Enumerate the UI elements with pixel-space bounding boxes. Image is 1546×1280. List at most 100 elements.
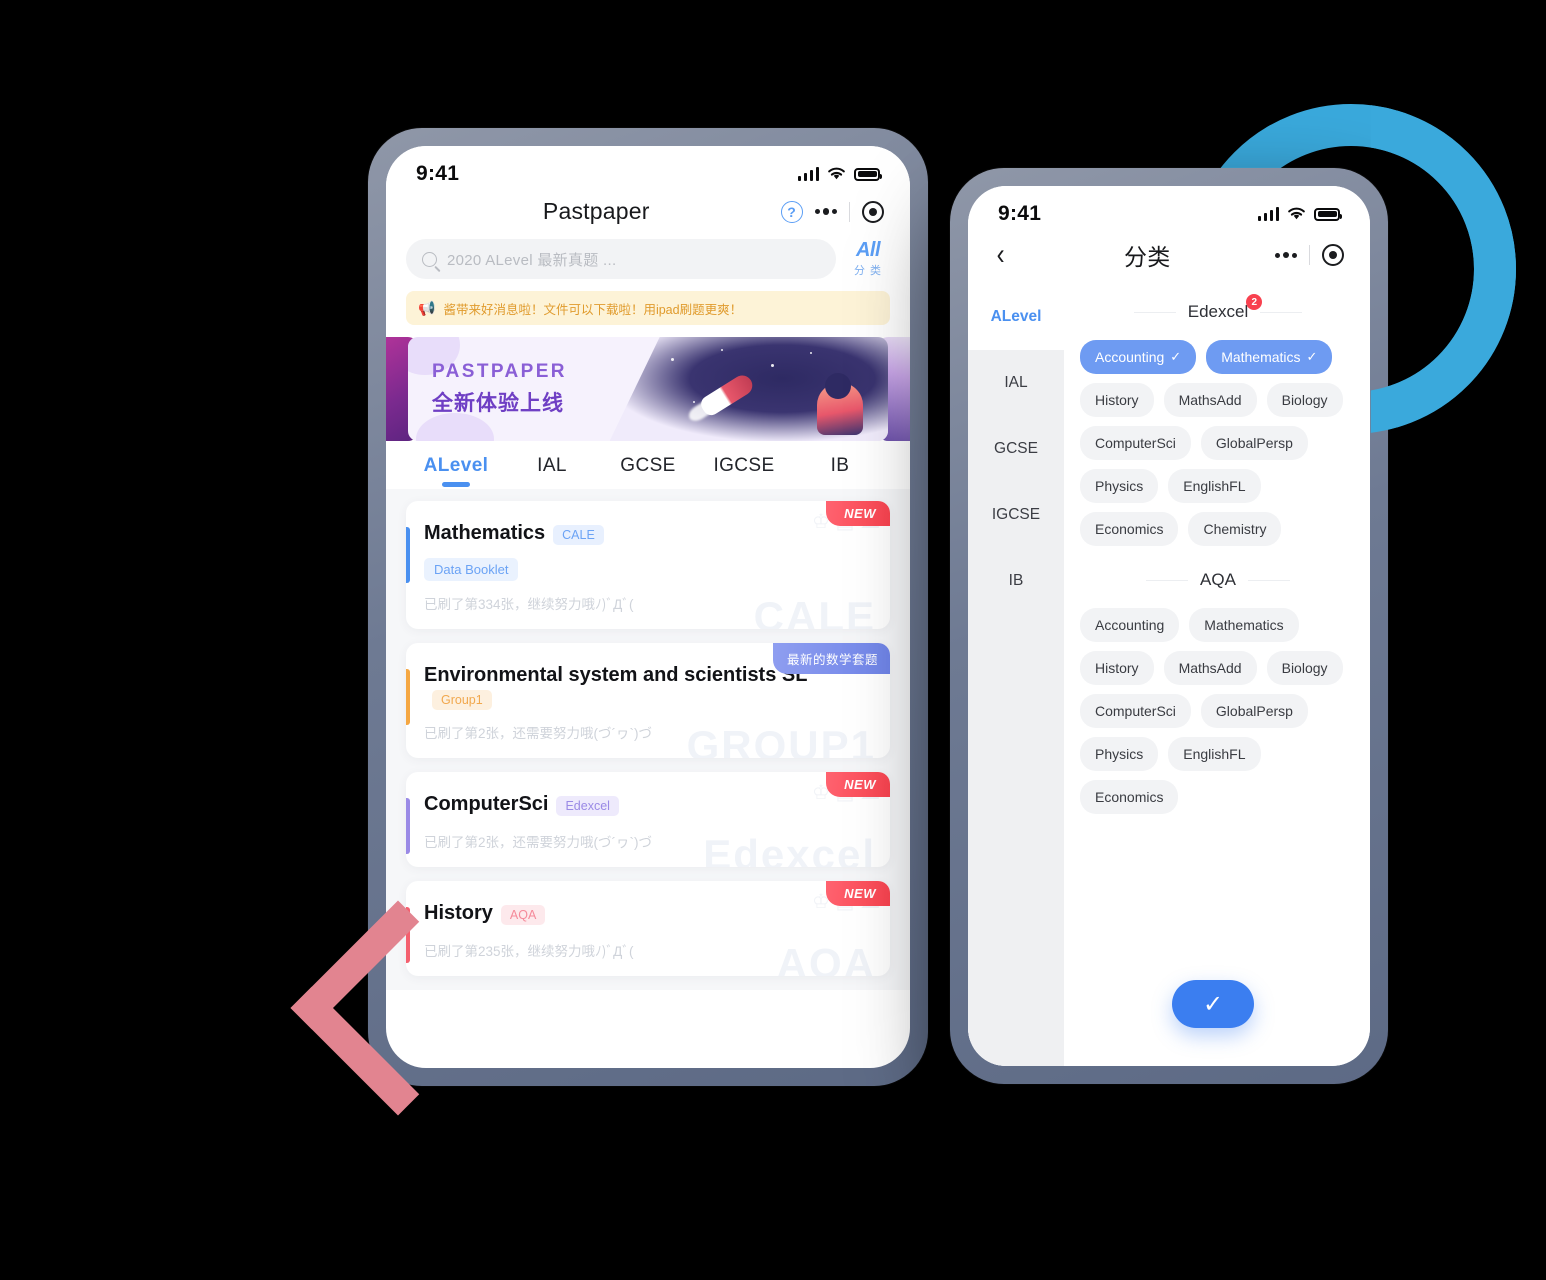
chip-group-aqa: Accounting Mathematics History MathsAdd … — [1080, 608, 1356, 814]
chip-globalpersp[interactable]: GlobalPersp — [1200, 694, 1308, 728]
status-badge: NEW — [826, 772, 890, 797]
phone-mockup-category: 9:41 ‹ 分类 ALevel IAL GCSE IGCSE IB Edexc… — [950, 168, 1388, 1084]
chip-physics[interactable]: Physics — [1080, 737, 1159, 771]
category-body: ALevel IAL GCSE IGCSE IB Edexcel 2 Accou… — [968, 284, 1370, 1066]
cellular-signal-icon — [797, 166, 819, 181]
section-header-edexcel: Edexcel 2 — [1080, 294, 1356, 322]
confirm-selection-button[interactable]: ✓ — [1172, 980, 1254, 1028]
sidebar-item-igcse[interactable]: IGCSE — [968, 482, 1064, 548]
card-accent-bar — [406, 527, 410, 583]
wifi-icon — [1288, 207, 1305, 220]
chip-history[interactable]: History — [1080, 383, 1154, 417]
chip-englishfl[interactable]: EnglishFL — [1168, 737, 1261, 771]
section-title: AQA — [1200, 570, 1236, 590]
promo-carousel[interactable]: PASTPAPER 全新体验上线 — [386, 337, 910, 441]
list-item[interactable]: ♔ ▤ ☁ AQA NEW HistoryAQA 已刷了第235张，继续努力哦ﾉ… — [406, 881, 890, 976]
carousel-slide-active[interactable]: PASTPAPER 全新体验上线 — [408, 337, 888, 441]
card-tag: Edexcel — [556, 795, 619, 816]
card-progress-text: 已刷了第2张，还需要努力哦(づ´ヮ`)づ — [424, 835, 652, 850]
chip-biology[interactable]: Biology — [1266, 383, 1343, 417]
carousel-caption: PASTPAPER 全新体验上线 — [408, 361, 567, 417]
card-heading: Mathematics CALE — [424, 519, 872, 548]
card-progress-text: 已刷了第2张，还需要努力哦(づ´ヮ`)づ — [424, 726, 652, 741]
status-time: 9:41 — [416, 162, 460, 185]
card-heading: ComputerSci Edexcel — [424, 790, 872, 819]
chip-biology[interactable]: Biology — [1266, 651, 1343, 685]
carousel-illustration — [609, 337, 888, 441]
sidebar-item-alevel[interactable]: ALevel — [968, 284, 1064, 350]
status-badge: NEW — [826, 881, 890, 906]
section-header-aqa: AQA — [1080, 570, 1356, 590]
divider-line — [1247, 579, 1290, 581]
status-time: 9:41 — [998, 202, 1042, 225]
back-chevron-icon[interactable]: ‹ — [997, 240, 1018, 270]
sidebar-item-gcse[interactable]: GCSE — [968, 416, 1064, 482]
selection-count-badge: 2 — [1246, 294, 1263, 310]
status-bar: 9:41 — [386, 146, 910, 190]
divider-line — [1260, 311, 1303, 313]
chip-label: Mathematics — [1221, 349, 1301, 365]
chip-accounting[interactable]: Accounting — [1080, 608, 1180, 642]
card-tag: AQA — [500, 904, 546, 925]
announcement-banner[interactable]: 📢 酱带来好消息啦！文件可以下载啦！用ipad刷题更爽！ — [406, 291, 890, 325]
battery-icon — [1314, 207, 1342, 221]
search-input[interactable]: 2020 ALevel 最新真题 ... — [406, 239, 836, 279]
all-categories-button[interactable]: All 分 类 — [846, 240, 890, 278]
help-icon[interactable]: ? — [780, 200, 803, 223]
status-badge: NEW — [826, 501, 890, 526]
card-title: History — [424, 902, 493, 924]
chip-group-edexcel: Accounting ✓ Mathematics ✓ History MathsAd… — [1080, 340, 1356, 546]
chip-accounting[interactable]: Accounting ✓ — [1080, 340, 1197, 374]
carousel-title-cn: 全新体验上线 — [432, 392, 564, 415]
rocket-illustration — [697, 371, 756, 419]
target-icon[interactable] — [862, 200, 884, 223]
list-item[interactable]: ♔ ▤ ☁ GROUP1 最新的数学套题 Environmental syste… — [406, 643, 890, 758]
chip-economics[interactable]: Economics — [1080, 512, 1179, 546]
target-icon[interactable] — [1322, 244, 1344, 266]
search-row: 2020 ALevel 最新真题 ... All 分 类 — [386, 237, 910, 291]
chip-englishfl[interactable]: EnglishFL — [1168, 469, 1261, 503]
chip-physics[interactable]: Physics — [1080, 469, 1159, 503]
all-categories-sublabel: 分 类 — [853, 265, 883, 277]
more-dots-icon[interactable] — [814, 208, 837, 215]
card-progress-text: 已刷了第235张，继续努力哦ﾉ)ﾞДﾞ( — [424, 944, 634, 959]
tab-igcse[interactable]: IGCSE — [696, 455, 792, 489]
card-accent-bar — [406, 798, 410, 854]
sidebar-item-ial[interactable]: IAL — [968, 350, 1064, 416]
tab-alevel[interactable]: ALevel — [408, 455, 504, 489]
chip-history[interactable]: History — [1080, 651, 1154, 685]
chip-mathematics[interactable]: Mathematics ✓ — [1206, 340, 1333, 374]
search-placeholder: 2020 ALevel 最新真题 ... — [447, 251, 617, 269]
chip-computersci[interactable]: ComputerSci — [1080, 426, 1191, 460]
more-dots-icon[interactable] — [1274, 251, 1297, 259]
chip-chemistry[interactable]: Chemistry — [1188, 512, 1282, 546]
category-screen: 9:41 ‹ 分类 ALevel IAL GCSE IGCSE IB Edexc… — [968, 186, 1370, 1066]
tab-gcse[interactable]: GCSE — [600, 455, 696, 489]
card-progress-text: 已刷了第334张，继续努力哦ﾉ)ﾞДﾞ( — [424, 597, 634, 612]
chip-mathsadd[interactable]: MathsAdd — [1163, 383, 1257, 417]
exam-board-tabs: ALevel IAL GCSE IGCSE IB — [386, 441, 910, 489]
carousel-title-en: PASTPAPER — [432, 361, 567, 382]
sidebar-item-ib[interactable]: IB — [968, 548, 1064, 614]
check-icon: ✓ — [1306, 349, 1318, 364]
list-item[interactable]: ♔ ▤ ☁ CALE NEW MathematicsCALE Data Book… — [406, 501, 890, 629]
chip-globalpersp[interactable]: GlobalPersp — [1200, 426, 1308, 460]
chip-computersci[interactable]: ComputerSci — [1080, 694, 1191, 728]
megaphone-icon: 📢 — [418, 299, 436, 316]
page-title: Pastpaper — [542, 198, 650, 224]
card-accent-bar — [406, 669, 410, 725]
section-title: Edexcel 2 — [1188, 294, 1263, 322]
chip-mathematics[interactable]: Mathematics — [1189, 608, 1299, 642]
tab-ib[interactable]: IB — [792, 455, 888, 489]
list-item[interactable]: ♔ ▤ ☁ Edexcel NEW ComputerSciEdexcel 已刷了… — [406, 772, 890, 867]
nav-actions — [1274, 244, 1344, 266]
navigation-bar: ‹ 分类 — [968, 230, 1370, 284]
nav-divider — [1309, 245, 1310, 265]
card-sub-pill: Data Booklet — [424, 558, 519, 581]
subject-list: ♔ ▤ ☁ CALE NEW MathematicsCALE Data Book… — [386, 489, 910, 990]
chip-economics[interactable]: Economics — [1080, 780, 1179, 814]
card-heading: History AQA — [424, 899, 872, 928]
status-badge: 最新的数学套题 — [772, 643, 890, 674]
tab-ial[interactable]: IAL — [504, 455, 600, 489]
chip-mathsadd[interactable]: MathsAdd — [1163, 651, 1257, 685]
